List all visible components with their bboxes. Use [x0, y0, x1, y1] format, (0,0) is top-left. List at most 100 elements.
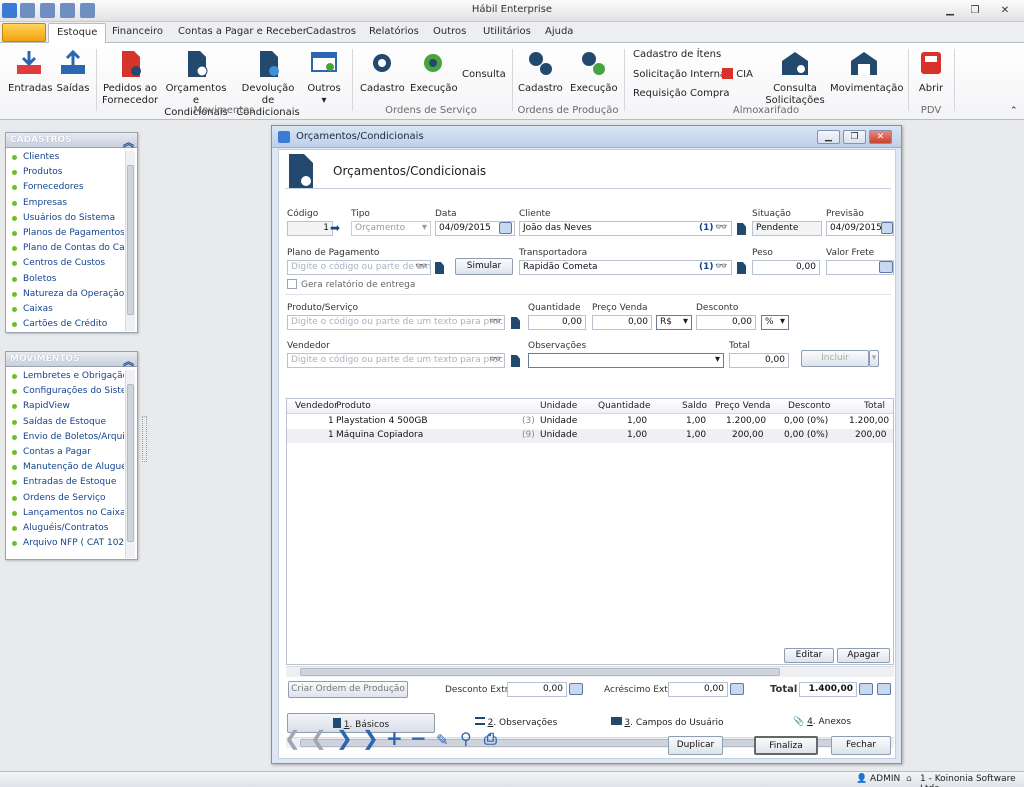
- cliente-doc-icon[interactable]: [737, 223, 746, 235]
- binoculars-icon[interactable]: 👓: [489, 354, 501, 365]
- movimento-item-rapidview[interactable]: RapidView: [6, 399, 124, 414]
- cadastro-item-planos-pagamento[interactable]: Planos de Pagamentos: [6, 226, 124, 241]
- movimento-item-ordens-servico[interactable]: Ordens de Serviço: [6, 491, 124, 506]
- preco-venda-field[interactable]: 0,00: [592, 315, 652, 330]
- collapse-chevron-icon[interactable]: ︽: [123, 353, 134, 369]
- desconto-field[interactable]: 0,00: [696, 315, 756, 330]
- col-quantidade[interactable]: Quantidade: [598, 401, 651, 411]
- cadastro-item-usuarios[interactable]: Usuários do Sistema: [6, 211, 124, 226]
- dialog-minimize-button[interactable]: ▁: [817, 130, 840, 144]
- incluir-button[interactable]: Incluir: [801, 350, 869, 367]
- fechar-button[interactable]: Fechar: [831, 736, 891, 755]
- movimento-item-arquivo-nfp[interactable]: Arquivo NFP ( CAT 102...: [6, 536, 124, 551]
- col-desconto[interactable]: Desconto: [788, 401, 830, 411]
- dialog-maximize-button[interactable]: ❐: [843, 130, 866, 144]
- apagar-button[interactable]: Apagar: [837, 648, 890, 663]
- calendar-icon[interactable]: [881, 222, 893, 234]
- movimento-item-lancamentos-caixa[interactable]: Lançamentos no Caixa: [6, 506, 124, 521]
- cadastro-item-boletos[interactable]: Boletos: [6, 272, 124, 287]
- previous-record-icon[interactable]: ❮: [310, 728, 327, 748]
- scrollbar-thumb[interactable]: [300, 668, 780, 676]
- edit-total-icon[interactable]: [877, 683, 891, 695]
- movimentos-panel-header[interactable]: MOVIMENTOS ︽: [6, 352, 137, 369]
- produto-doc-icon[interactable]: [511, 317, 520, 329]
- movimentos-scrollbar[interactable]: [125, 370, 135, 558]
- menu-contas[interactable]: Contas a Pagar e Receber: [178, 26, 307, 37]
- desconto-tipo-select[interactable]: %: [761, 315, 789, 330]
- outros-dropdown-button[interactable]: Outros ▾: [306, 49, 342, 107]
- finaliza-button[interactable]: Finaliza: [754, 736, 818, 755]
- entradas-button[interactable]: Entradas: [8, 49, 53, 95]
- moeda-select[interactable]: R$: [656, 315, 692, 330]
- cadastro-item-caixas[interactable]: Caixas: [6, 302, 124, 317]
- menu-cadastros[interactable]: Cadastros: [306, 26, 356, 37]
- op-execucao-button[interactable]: Execução: [570, 49, 618, 95]
- calculator-icon[interactable]: [730, 683, 744, 695]
- calculator-icon[interactable]: [859, 683, 873, 695]
- codigo-arrow-icon[interactable]: ➡: [330, 221, 340, 235]
- os-execucao-button[interactable]: Execução: [410, 49, 458, 95]
- maximize-button[interactable]: ❐: [965, 2, 985, 19]
- cadastro-item-cartoes[interactable]: Cartões de Crédito: [6, 317, 124, 332]
- plano-input[interactable]: Digite o código ou parte de um texto: [287, 260, 431, 275]
- pdv-abrir-button[interactable]: Abrir: [913, 49, 949, 95]
- movimento-item-saidas-estoque[interactable]: Saídas de Estoque: [6, 415, 124, 430]
- cadastros-scrollbar[interactable]: [125, 151, 135, 331]
- panel-splitter[interactable]: [142, 416, 147, 462]
- binoculars-icon[interactable]: 👓: [715, 222, 727, 233]
- movimento-item-entradas-estoque[interactable]: Entradas de Estoque: [6, 475, 124, 490]
- vendedor-input[interactable]: Digite o código ou parte de um texto par…: [287, 353, 505, 368]
- menu-ajuda[interactable]: Ajuda: [545, 26, 573, 37]
- binoculars-icon[interactable]: 👓: [715, 261, 727, 272]
- cadastro-itens-button[interactable]: Cadastro de Ítens: [633, 49, 721, 60]
- col-total[interactable]: Total: [864, 401, 885, 411]
- os-consulta-button[interactable]: Consulta: [462, 69, 506, 80]
- desconto-extra-field[interactable]: 0,00: [507, 682, 567, 697]
- cadastro-item-plano-contas[interactable]: Plano de Contas do Ca...: [6, 241, 124, 256]
- scrollbar-thumb[interactable]: [127, 384, 134, 542]
- menu-relatorios[interactable]: Relatórios: [369, 26, 419, 37]
- menu-utilitarios[interactable]: Utilitários: [483, 26, 531, 37]
- op-cadastro-button[interactable]: Cadastro: [518, 49, 563, 95]
- menu-estoque[interactable]: Estoque: [48, 23, 107, 44]
- cadastros-panel-header[interactable]: CADASTROS ︽: [6, 133, 137, 149]
- requisicao-compra-button[interactable]: Requisição Compra: [633, 88, 729, 99]
- cadastro-item-natureza-operacao[interactable]: Natureza da Operação: [6, 287, 124, 302]
- plano-doc-icon[interactable]: [435, 262, 444, 274]
- movimento-item-configuracoes[interactable]: Configurações do Siste...: [6, 384, 124, 399]
- os-cadastro-button[interactable]: Cadastro: [360, 49, 405, 95]
- ribbon-collapse-icon[interactable]: ⌃: [1010, 106, 1018, 116]
- cadastro-item-produtos[interactable]: Produtos: [6, 165, 124, 180]
- duplicar-button[interactable]: Duplicar: [668, 736, 723, 755]
- movimento-item-envio-boletos[interactable]: Envio de Boletos/Arqui...: [6, 430, 124, 445]
- close-button[interactable]: ✕: [995, 2, 1015, 19]
- movimento-item-lembretes[interactable]: Lembretes e Obrigação...: [6, 369, 124, 384]
- col-saldo[interactable]: Saldo: [682, 401, 707, 411]
- incluir-dropdown-button[interactable]: ▾: [869, 350, 879, 367]
- print-icon[interactable]: ⎙: [484, 729, 497, 749]
- col-preco-venda[interactable]: Preço Venda: [715, 401, 771, 411]
- cadastro-item-centros-custos[interactable]: Centros de Custos: [6, 256, 124, 271]
- vendedor-doc-icon[interactable]: [511, 355, 520, 367]
- col-vendedor[interactable]: Vendedor: [295, 401, 338, 411]
- search-icon[interactable]: ⚲: [460, 729, 472, 749]
- calculator-icon[interactable]: [569, 683, 583, 695]
- col-produto[interactable]: Produto: [336, 401, 371, 411]
- calendar-icon[interactable]: [499, 222, 512, 234]
- add-record-icon[interactable]: +: [386, 728, 403, 748]
- editar-button[interactable]: Editar: [784, 648, 834, 663]
- tipo-select[interactable]: Orçamento: [351, 221, 431, 236]
- codigo-field[interactable]: 1: [287, 221, 333, 236]
- solicitacao-interna-button[interactable]: Solicitação Interna: [633, 69, 726, 80]
- criar-ordem-producao-button[interactable]: Criar Ordem de Produção: [288, 681, 408, 698]
- movimento-item-contas-pagar[interactable]: Contas a Pagar: [6, 445, 124, 460]
- observacoes-select[interactable]: [528, 353, 724, 368]
- acrescimo-extra-field[interactable]: 0,00: [668, 682, 728, 697]
- remove-record-icon[interactable]: −: [410, 728, 427, 748]
- calculator-icon[interactable]: [879, 261, 893, 273]
- dialog-close-button[interactable]: ✕: [869, 130, 892, 144]
- menu-outros[interactable]: Outros: [433, 26, 466, 37]
- cadastro-item-fornecedores[interactable]: Fornecedores: [6, 180, 124, 195]
- movimentacao-button[interactable]: Movimentação: [830, 49, 903, 95]
- movimento-item-alugueis-contratos[interactable]: Aluguéis/Contratos: [6, 521, 124, 536]
